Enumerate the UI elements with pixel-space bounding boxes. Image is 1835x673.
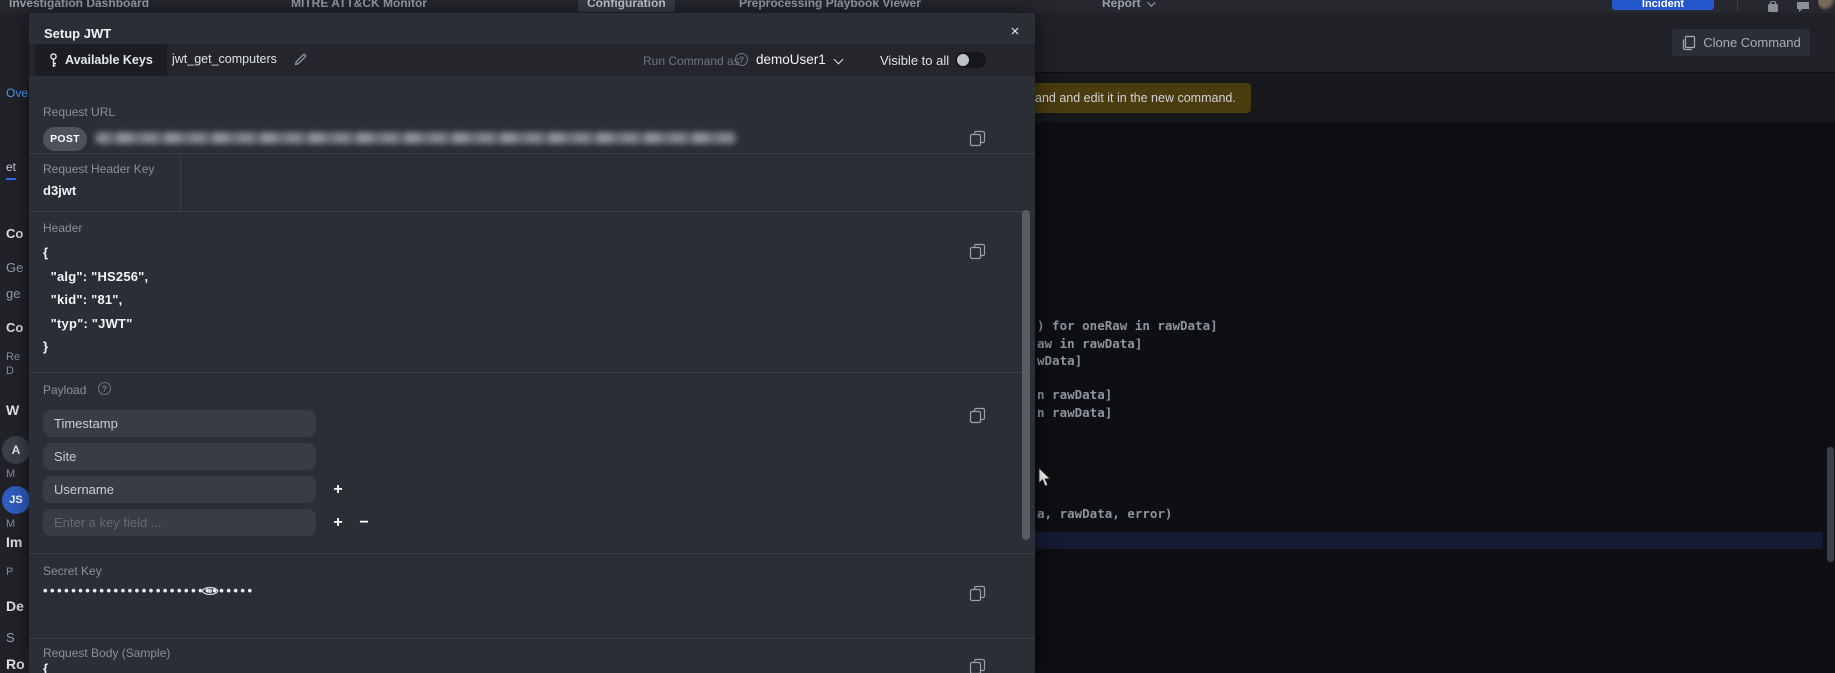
run-command-as-label: Run Command as: [643, 54, 740, 68]
section-divider: [29, 372, 1035, 373]
request-body-preview: {: [43, 661, 49, 673]
warning-banner: and and edit it in the new command.: [1035, 83, 1251, 113]
chat-icon[interactable]: [1796, 1, 1810, 12]
code-line: wData]: [1037, 353, 1083, 368]
available-keys-button[interactable]: Available Keys: [35, 44, 167, 76]
secret-key-masked-value: ••••••••••••••••••••••••••••••: [43, 583, 255, 598]
background-fragment: Co: [6, 226, 24, 241]
close-icon[interactable]: ×: [1003, 20, 1027, 44]
background-fragment: Ro: [6, 656, 25, 672]
background-fragment: Ove: [6, 86, 29, 100]
background-fragment: Re: [6, 351, 21, 363]
top-navigation: Investigation Dashboard MITRE ATT&CK Mon…: [0, 0, 1835, 13]
edit-pencil-icon[interactable]: [294, 53, 307, 66]
add-field-button[interactable]: +: [330, 515, 346, 531]
background-fragment: De: [6, 598, 24, 614]
add-field-button[interactable]: +: [330, 482, 346, 498]
request-header-key-label: Request Header Key: [43, 162, 155, 176]
modal-scrollbar[interactable]: [1022, 210, 1030, 540]
secret-key-label: Secret Key: [43, 564, 102, 578]
chevron-down-icon[interactable]: [833, 54, 844, 65]
background-fragment: W: [6, 402, 20, 418]
incident-button[interactable]: Incident: [1612, 0, 1714, 10]
cell-divider: [180, 153, 181, 211]
code-highlighted-line: [1035, 532, 1823, 549]
toggle-knob: [957, 54, 969, 66]
setup-jwt-modal: Setup JWT × Available Keys jwt_get_compu…: [29, 13, 1035, 673]
visible-to-all-label: Visible to all: [880, 53, 950, 68]
available-keys-label: Available Keys: [65, 53, 153, 67]
editor-scrollbar[interactable]: [1827, 447, 1834, 562]
clone-icon: [1681, 35, 1696, 51]
visible-to-all-toggle[interactable]: [955, 52, 986, 68]
topbar-divider: [1737, 0, 1738, 11]
payload-field-new[interactable]: [43, 509, 316, 536]
nav-tab-report[interactable]: Report: [1102, 0, 1156, 10]
payload-label: Payload: [43, 383, 87, 397]
background-fragment: JS: [2, 486, 30, 514]
nav-tab-configuration[interactable]: Configuration: [578, 0, 675, 12]
payload-field-site[interactable]: [43, 443, 316, 470]
remove-field-button[interactable]: −: [356, 515, 372, 531]
background-fragment: D: [6, 365, 14, 377]
lock-icon[interactable]: [1766, 1, 1780, 12]
background-fragment: S: [6, 630, 15, 645]
request-header-key-value[interactable]: d3jwt: [43, 183, 76, 198]
eye-icon[interactable]: [201, 585, 219, 597]
code-editor[interactable]: ) for oneRaw in rawData] aw in rawData] wD…: [1035, 122, 1835, 673]
code-line: n rawData]: [1037, 387, 1113, 402]
header-json: { "alg": "HS256", "kid": "81", "typ": "J…: [43, 245, 149, 354]
modal-subheader: Available Keys jwt_get_computers Run Com…: [29, 44, 1035, 76]
request-url-label: Request URL: [43, 105, 116, 119]
code-line: aw in rawData]: [1037, 336, 1143, 351]
nav-tab-report-label: Report: [1102, 0, 1141, 10]
section-divider: [29, 553, 1035, 554]
background-fragment: Co: [6, 320, 24, 335]
modal-title: Setup JWT: [44, 26, 112, 41]
command-name: jwt_get_computers: [172, 52, 277, 66]
background-fragment: P: [6, 566, 14, 578]
key-icon: [49, 52, 58, 68]
mouse-cursor: [1038, 468, 1052, 488]
section-divider: [29, 638, 1035, 639]
request-url-redacted: [95, 132, 737, 144]
payload-field-username[interactable]: [43, 476, 316, 503]
screen: Investigation Dashboard MITRE ATT&CK Mon…: [0, 0, 1835, 673]
background-fragment: ge: [6, 286, 21, 301]
code-line: a, rawData, error): [1037, 506, 1173, 521]
help-icon[interactable]: ?: [735, 53, 748, 66]
header-label: Header: [43, 221, 83, 235]
code-line: ) for oneRaw in rawData]: [1037, 318, 1218, 333]
nav-tab-investigation-dashboard[interactable]: Investigation Dashboard: [9, 0, 149, 10]
background-fragment: A: [2, 436, 30, 464]
user-avatar[interactable]: [1818, 0, 1835, 11]
copy-icon[interactable]: [969, 130, 987, 148]
copy-icon[interactable]: [969, 585, 987, 603]
code-line: n rawData]: [1037, 405, 1113, 420]
request-body-label: Request Body (Sample): [43, 646, 171, 660]
copy-icon[interactable]: [969, 407, 987, 425]
nav-tab-preprocessing-playbook-viewer[interactable]: Preprocessing Playbook Viewer: [739, 0, 921, 10]
background-fragment: Ge: [6, 260, 24, 275]
copy-icon[interactable]: [969, 243, 987, 261]
section-divider: [29, 211, 1035, 212]
background-fragment: et: [6, 160, 17, 180]
http-method-badge: POST: [43, 127, 87, 151]
copy-icon[interactable]: [969, 658, 987, 673]
background-fragment: Im: [6, 534, 23, 550]
background-fragment: M: [6, 518, 16, 530]
help-icon[interactable]: ?: [98, 382, 111, 395]
clone-command-label: Clone Command: [1703, 35, 1801, 50]
warning-text: and and edit it in the new command.: [1035, 91, 1236, 105]
clone-command-button[interactable]: Clone Command: [1672, 29, 1810, 56]
run-command-as-select[interactable]: demoUser1: [756, 52, 826, 67]
nav-tab-mitre-attack-monitor[interactable]: MITRE ATT&CK Monitor: [291, 0, 427, 10]
payload-field-timestamp[interactable]: [43, 410, 316, 437]
chevron-down-icon: [1146, 0, 1156, 7]
background-fragment: M: [6, 468, 16, 480]
